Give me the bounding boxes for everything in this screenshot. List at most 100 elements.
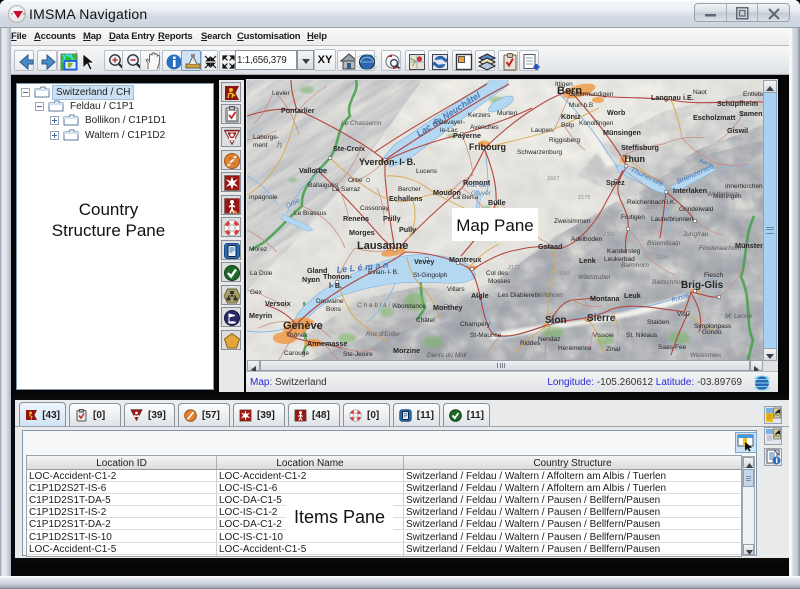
svg-text:Riggisberg: Riggisberg <box>549 137 580 144</box>
svg-text:Le Brassus: Le Brassus <box>294 210 327 217</box>
svg-text:Zweisimmen: Zweisimmen <box>554 218 591 225</box>
svg-text:Stalden: Stalden <box>647 319 669 326</box>
svg-text:Langnau i.E.: Langnau i.E. <box>651 93 694 102</box>
svg-text:Châtel: Châtel <box>416 317 435 324</box>
svg-text:Weissmies: Weissmies <box>690 352 722 359</box>
svg-text:Lausanne: Lausanne <box>357 240 408 252</box>
svg-text:Roc d'Enfer: Roc d'Enfer <box>366 331 401 338</box>
svg-text:3243: 3243 <box>558 271 571 277</box>
svg-text:Innertkirchen: Innertkirchen <box>725 183 763 190</box>
svg-text:Bons: Bons <box>326 306 342 313</box>
svg-text:Renens: Renens <box>343 214 369 223</box>
svg-text:Frutigen: Frutigen <box>621 214 645 221</box>
svg-text:Ittigen: Ittigen <box>555 81 573 88</box>
svg-text:Villars: Villars <box>447 286 465 293</box>
svg-text:Ste-Jeoire: Ste-Jeoire <box>343 351 373 358</box>
svg-text:St-Maurice: St-Maurice <box>470 332 502 339</box>
svg-text:Giswil: Giswil <box>727 126 748 135</box>
svg-text:Abondance: Abondance <box>393 303 426 310</box>
svg-text:Montreux: Montreux <box>449 255 481 264</box>
svg-text:Schüpfheim: Schüpfheim <box>717 99 758 108</box>
svg-text:Fribourg: Fribourg <box>469 142 506 152</box>
svg-text:C h a b l a i s: C h a b l a i s <box>357 302 396 309</box>
svg-text:2362: 2362 <box>602 232 615 238</box>
svg-text:Muri b.B: Muri b.B <box>569 102 593 109</box>
svg-text:Lac de l: Lac de l <box>467 182 490 189</box>
svg-text:Douvaine: Douvaine <box>316 298 344 305</box>
svg-text:le-Lac: le-Lac <box>440 127 458 134</box>
svg-text:Wildstrubel: Wildstrubel <box>578 274 611 281</box>
svg-text:Sierre: Sierre <box>587 313 616 324</box>
svg-text:Murten: Murten <box>497 110 518 117</box>
svg-text:Vissoie: Vissoie <box>593 332 614 339</box>
svg-text:Montana: Montana <box>590 294 621 303</box>
svg-text:Morges: Morges <box>349 228 375 237</box>
svg-text:Konolfingen: Konolfingen <box>579 120 614 127</box>
svg-text:Köniz: Köniz <box>561 112 581 121</box>
svg-text:2997: 2997 <box>645 205 659 211</box>
svg-text:Dents du Midi: Dents du Midi <box>427 352 467 359</box>
svg-text:Lucens: Lucens <box>416 168 438 175</box>
svg-text:Meyrin: Meyrin <box>249 311 272 320</box>
svg-text:Vevey: Vevey <box>414 257 434 266</box>
svg-text:Gex: Gex <box>250 289 263 296</box>
svg-text:Worb: Worb <box>607 108 626 117</box>
svg-text:Gruyèr: Gruyèr <box>471 190 492 197</box>
svg-text:Naot: Naot <box>693 89 707 96</box>
svg-text:Interlaken: Interlaken <box>673 186 707 195</box>
svg-text:Pontarlier: Pontarlier <box>281 106 315 115</box>
svg-text:Nyon: Nyon <box>302 275 320 284</box>
svg-text:Laupen: Laupen <box>531 127 553 134</box>
svg-text:Escholzmatt: Escholzmatt <box>693 113 736 122</box>
svg-text:Le Chasseron: Le Chasseron <box>341 120 382 127</box>
svg-text:Mosses: Mosses <box>488 278 511 285</box>
svg-text:Kandersteg: Kandersteg <box>607 248 641 255</box>
svg-text:Wildhorn: Wildhorn <box>537 292 563 299</box>
svg-text:Vallorbe: Vallorbe <box>299 166 327 175</box>
svg-text:2175: 2175 <box>577 195 591 201</box>
svg-text:Orbe: Orbe <box>348 177 363 184</box>
svg-text:Annemasse: Annemasse <box>307 339 347 348</box>
svg-text:Morzine: Morzine <box>393 346 420 355</box>
svg-text:St-Gingolph: St-Gingolph <box>413 272 448 279</box>
svg-text:Cossonay: Cossonay <box>360 205 390 212</box>
svg-text:Champéry: Champéry <box>460 321 491 328</box>
svg-text:Schwarzenburg: Schwarzenburg <box>517 149 563 156</box>
svg-text:Fiesch: Fiesch <box>704 272 724 279</box>
svg-text:3934: 3934 <box>656 255 668 261</box>
svg-text:Adelboden: Adelboden <box>571 236 602 243</box>
svg-text:Levier: Levier <box>272 90 291 97</box>
svg-text:Lauterbrunnen: Lauterbrunnen <box>651 216 694 223</box>
svg-text:Ballaigues: Ballaigues <box>308 182 339 189</box>
svg-text:Bietschhorn: Bietschhorn <box>652 279 687 286</box>
svg-text:Prilly: Prilly <box>383 214 401 223</box>
svg-text:Riddes: Riddes <box>520 340 541 347</box>
svg-text:Lenk: Lenk <box>579 256 596 265</box>
svg-text:Aigle: Aigle <box>471 291 489 300</box>
svg-text:Grindelwald: Grindelwald <box>679 206 714 213</box>
svg-text:M. Leone: M. Leone <box>725 313 752 320</box>
svg-text:Zinal: Zinal <box>606 346 621 353</box>
svg-text:Bercher: Bercher <box>398 186 422 193</box>
svg-text:Blüemlisalp: Blüemlisalp <box>647 240 681 247</box>
svg-text:Kerzers: Kerzers <box>468 112 491 119</box>
svg-text:Col des: Col des <box>486 270 509 277</box>
svg-text:h: h <box>277 140 282 150</box>
svg-text:Leuk: Leuk <box>624 291 641 300</box>
svg-text:2171: 2171 <box>507 265 520 271</box>
svg-text:Laberge-: Laberge- <box>253 134 279 141</box>
svg-text:Balmhorn: Balmhorn <box>621 262 649 269</box>
svg-text:Echallens: Echallens <box>389 194 423 203</box>
svg-text:Pully: Pully <box>399 225 416 234</box>
svg-text:Finsteraarhorn: Finsteraarhorn <box>699 245 742 252</box>
svg-text:Map Pane: Map Pane <box>456 216 534 235</box>
svg-text:Steffisburg: Steffisburg <box>621 143 659 152</box>
svg-text:Thun: Thun <box>623 154 645 164</box>
svg-text:Nendaz: Nendaz <box>538 336 560 343</box>
svg-text:Jungfrau: Jungfrau <box>682 231 709 238</box>
svg-text:mpagnole: mpagnole <box>249 194 278 201</box>
svg-text:Münsingen: Münsingen <box>603 128 641 137</box>
svg-text:Wetterhorn: Wetterhorn <box>707 191 739 198</box>
svg-text:Samen: Samen <box>739 109 763 118</box>
svg-text:Morez: Morez <box>249 246 267 253</box>
